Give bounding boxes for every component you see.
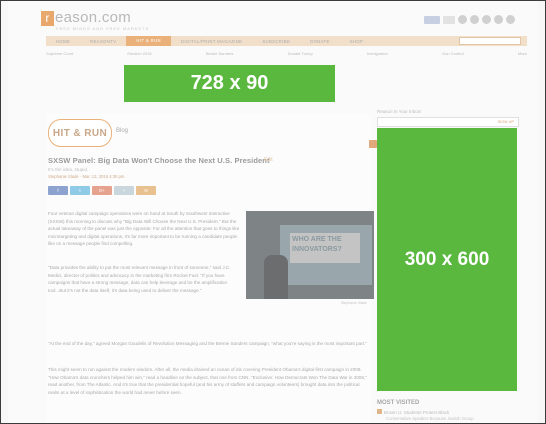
nav-item-magazine[interactable]: DIGITAL/PRINT MAGAZINE (171, 39, 252, 44)
facebook-share-button[interactable]: f (48, 186, 68, 195)
facebook-like-icon[interactable] (424, 15, 440, 24)
newsletter-email-field[interactable]: SIGN UP (377, 117, 519, 127)
share-buttons: f t G+ + ✉ (48, 186, 156, 195)
twitter-share-button[interactable]: t (70, 186, 90, 195)
article-title[interactable]: SXSW Panel: Big Data Won't Choose the Ne… (48, 156, 270, 165)
photo-sign: WHO ARE THE INNOVATORS? (290, 233, 360, 263)
more-share-button[interactable]: + (114, 186, 134, 195)
google-plus-icon[interactable] (482, 15, 491, 24)
hit-and-run-badge[interactable]: HIT & RUN (48, 119, 112, 147)
article-paragraph: This might seem to run against the moder… (48, 367, 367, 395)
subnav-item[interactable]: Gun Control (442, 51, 464, 58)
nav-item-subscribe[interactable]: SUBSCRIBE (252, 39, 300, 44)
nav-item-hit-and-run[interactable]: HIT & RUN (126, 36, 171, 46)
article-subtitle: It's the idea, stupid. (48, 167, 89, 172)
site-tagline: FREE MINDS AND FREE MARKETS (56, 26, 150, 31)
twitter-icon[interactable] (470, 15, 479, 24)
nav-item-home[interactable]: HOME (46, 39, 80, 44)
rss-icon[interactable] (369, 140, 377, 148)
edit-link[interactable]: Edit (264, 157, 273, 163)
photo-caption: Stephanie Slade (341, 301, 367, 305)
article-paragraph: Four veteran digital campaign operatives… (48, 211, 240, 247)
newsletter-signup-button[interactable]: SIGN UP (498, 119, 514, 124)
logo-text: eason.com (55, 9, 132, 26)
most-visited-item-label: Brown U. Students Protest Black (384, 410, 450, 415)
google-plus-share-button[interactable]: G+ (92, 186, 112, 195)
social-links (424, 15, 515, 24)
most-visited-heading: MOST VISITED (377, 400, 420, 406)
site-logo[interactable]: r eason.com (41, 9, 131, 26)
article-byline[interactable]: Stephanie Slade · Mar. 13, 2016 4:30 pm (48, 174, 124, 179)
photo-person (264, 255, 288, 299)
blog-label: Blog (116, 128, 129, 134)
twitter-follow-icon[interactable] (443, 15, 455, 24)
subnav-item[interactable]: Immigration (367, 51, 388, 58)
article-content: HIT & RUN Blog SXSW Panel: Big Data Won'… (46, 114, 377, 423)
nav-item-shop[interactable]: SHOP (340, 39, 373, 44)
topic-subnav: Supreme Court Election 2016 Bernie Sande… (46, 51, 527, 58)
article-photo: WHO ARE THE INNOVATORS? (246, 211, 374, 299)
logo-mark: r (41, 11, 54, 26)
newsletter-heading: Reason In Your Inbox! (377, 109, 422, 114)
subnav-item[interactable]: Bernie Sanders (206, 51, 234, 58)
subnav-item[interactable]: Election 2016 (127, 51, 151, 58)
facebook-icon[interactable] (458, 15, 467, 24)
youtube-icon[interactable] (494, 15, 503, 24)
subnav-item[interactable]: Supreme Court (46, 51, 73, 58)
main-nav: HOME REASONTV HIT & RUN DIGITAL/PRINT MA… (46, 36, 527, 46)
article-paragraph: "Data provides the ability to put the mo… (48, 265, 231, 293)
leaderboard-ad-slot[interactable]: 728 x 90 (124, 65, 335, 102)
search-input[interactable] (459, 37, 521, 45)
article-paragraph: "At the end of the day," agreed Morgan G… (48, 341, 367, 346)
sidebar-ad-slot[interactable]: 300 x 600 (377, 128, 517, 391)
nav-item-donate[interactable]: DONATE (300, 39, 340, 44)
most-visited-item[interactable]: Brown U. Students Protest Black (377, 409, 449, 415)
screenshot-frame: r eason.com FREE MINDS AND FREE MARKETS H… (0, 0, 546, 424)
list-bullet-icon (377, 409, 382, 414)
rss-icon[interactable] (506, 15, 515, 24)
email-share-button[interactable]: ✉ (136, 186, 156, 195)
subnav-item[interactable]: More (518, 51, 527, 58)
subnav-item[interactable]: Donald Trump (288, 51, 313, 58)
most-visited-item-continued[interactable]: Conservative Speaker Because Jewish Grou… (386, 416, 474, 421)
web-page: r eason.com FREE MINDS AND FREE MARKETS H… (8, 1, 538, 423)
nav-item-reasontv[interactable]: REASONTV (80, 39, 126, 44)
